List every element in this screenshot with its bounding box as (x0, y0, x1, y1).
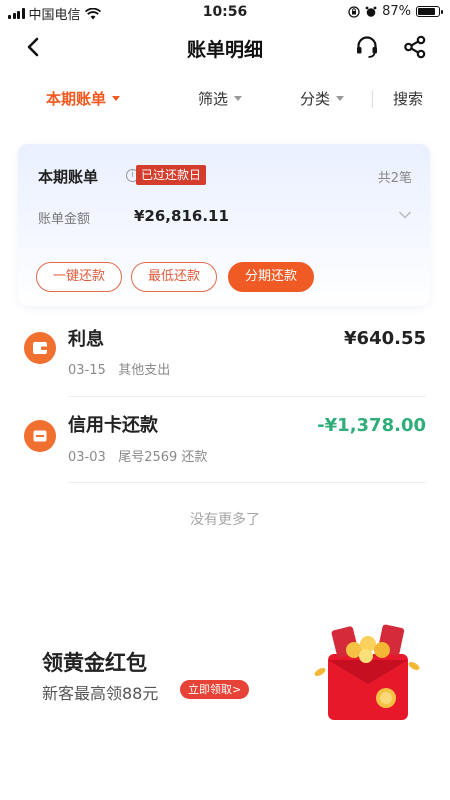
one-click-repay-button[interactable]: 一键还款 (36, 262, 122, 292)
tab-filter[interactable]: 筛选 (198, 88, 243, 109)
transaction-title: 利息 (68, 329, 104, 350)
caret-down-icon (336, 96, 345, 101)
red-envelope-icon (314, 624, 420, 720)
transaction-amount: ¥640.55 (344, 328, 426, 349)
promo-banner[interactable]: 领黄金红包 新客最高领88元 立即领取> (0, 600, 450, 740)
list-item[interactable]: 信用卡还款 03-03 尾号2569 还款 -¥1,378.00 (0, 398, 450, 483)
search-button[interactable]: 搜索 (393, 88, 423, 109)
transaction-title: 信用卡还款 (68, 415, 158, 436)
minimum-repay-button[interactable]: 最低还款 (131, 262, 217, 292)
battery-percent: 87% (382, 4, 411, 19)
battery-icon (416, 6, 443, 17)
caret-down-icon (112, 96, 121, 101)
claim-now-button[interactable]: 立即领取> (180, 680, 250, 699)
end-of-list-text: 没有更多了 (190, 512, 260, 528)
status-right: 87% (348, 4, 443, 19)
bill-amount: ¥26,816.11 (134, 207, 229, 225)
page-title: 账单明细 (186, 39, 263, 61)
share-icon[interactable] (402, 34, 428, 60)
tab-filter-label: 筛选 (198, 90, 229, 108)
caret-down-icon (234, 96, 243, 101)
transaction-amount: -¥1,378.00 (317, 415, 426, 436)
card-icon (24, 420, 56, 452)
transaction-meta: 03-03 尾号2569 还款 (68, 446, 207, 465)
tab-current-bill[interactable]: 本期账单 (46, 88, 121, 109)
row-divider (68, 482, 426, 483)
transaction-desc: 其他支出 (118, 363, 171, 378)
status-bar: 中国电信 10:56 87% (0, 0, 450, 24)
installment-repay-button[interactable]: 分期还款 (228, 262, 314, 292)
alarm-icon (365, 6, 377, 17)
navigation-bar: 账单明细 (0, 24, 450, 70)
filter-divider (372, 90, 373, 108)
search-label: 搜索 (393, 90, 424, 108)
battery-level (418, 8, 435, 15)
transaction-meta: 03-15 其他支出 (68, 359, 170, 378)
headset-icon[interactable] (354, 34, 380, 60)
status-badge: 已过还款日 (136, 165, 207, 185)
bill-card-title: 本期账单 (38, 168, 99, 186)
transaction-date: 03-03 (68, 450, 106, 465)
filter-bar: 本期账单 筛选 分类 搜索 (0, 78, 450, 118)
tab-category[interactable]: 分类 (300, 88, 345, 109)
transaction-date: 03-15 (68, 363, 106, 378)
promo-subtitle: 新客最高领88元 (42, 684, 159, 703)
chevron-down-icon[interactable] (398, 210, 412, 220)
transaction-count: 共2笔 (377, 171, 412, 186)
promo-title: 领黄金红包 (42, 651, 147, 675)
tab-current-bill-label: 本期账单 (46, 90, 107, 108)
amount-label: 账单金额 (38, 212, 91, 227)
transaction-desc: 尾号2569 还款 (118, 450, 208, 465)
row-divider (68, 396, 426, 397)
tab-category-label: 分类 (300, 90, 331, 108)
orientation-lock-icon (348, 5, 360, 18)
wallet-icon (24, 332, 56, 364)
bill-summary-card: 本期账单 i 已过还款日 共2笔 账单金额 ¥26,816.11 一键还款 最低… (18, 144, 430, 306)
list-item[interactable]: 利息 03-15 其他支出 ¥640.55 (0, 314, 450, 398)
